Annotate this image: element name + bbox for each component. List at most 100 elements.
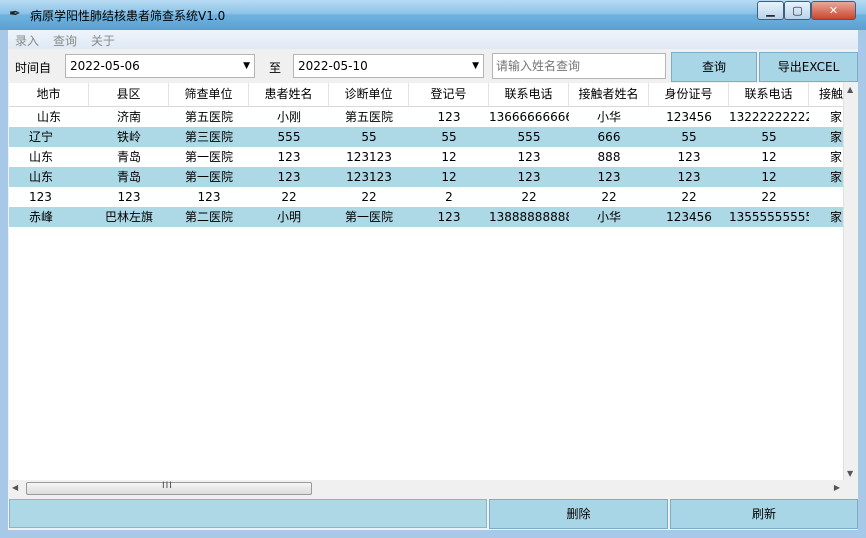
table-cell: 第五医院	[344, 110, 393, 124]
column-header[interactable]: 诊断单位	[329, 83, 409, 106]
status-bar	[9, 499, 487, 528]
table-cell: 123456	[666, 110, 712, 124]
table-cell: 第二医院	[184, 210, 233, 224]
table-cell: 铁岭	[116, 130, 141, 144]
to-date-label: 至	[269, 61, 282, 75]
close-button[interactable]: ✕	[811, 1, 856, 20]
maximize-icon: ▢	[792, 4, 803, 17]
column-header[interactable]: 登记号	[409, 83, 489, 106]
scroll-up-icon[interactable]: ▲	[847, 85, 853, 94]
table-cell: 123	[277, 170, 301, 184]
table-cell: 123	[677, 170, 701, 184]
table-cell: 13555555555	[729, 210, 809, 224]
to-date-value: 2022-05-10	[298, 59, 368, 73]
column-header[interactable]: 接触者姓名	[569, 83, 649, 106]
table-cell: 家	[830, 150, 843, 164]
table-cell: 666	[597, 130, 621, 144]
table-cell: 山东	[36, 110, 61, 124]
table-row[interactable]: 赤峰 巴林左旗 第二医院 小明 第一医院 123 13888888888 小华 …	[9, 207, 843, 227]
table-cell: 青岛	[116, 170, 141, 184]
table-cell: 123	[29, 190, 52, 204]
table-cell: 2	[445, 190, 453, 204]
table-cell: 青岛	[116, 150, 141, 164]
scroll-left-icon[interactable]: ◀	[12, 483, 18, 492]
column-header[interactable]: 县区	[89, 83, 169, 106]
menu-entry[interactable]: 录入	[15, 32, 39, 49]
table-cell: 55	[361, 130, 377, 144]
from-date-value: 2022-05-06	[70, 59, 140, 73]
menu-about[interactable]: 关于	[91, 32, 115, 49]
delete-button[interactable]: 删除	[489, 499, 668, 529]
table-cell: 小明	[276, 210, 301, 224]
table-cell: 123	[437, 110, 461, 124]
table-cell: 13888888888	[489, 210, 569, 224]
table-cell: 22	[761, 190, 777, 204]
maximize-button[interactable]: ▢	[784, 1, 811, 20]
table-cell: 家	[830, 170, 843, 184]
to-date-picker[interactable]: 2022-05-10 ▼	[293, 54, 484, 78]
table-cell: 555	[277, 130, 301, 144]
table-row[interactable]: 山东 青岛 第一医院 123 123123 12 123 888 123 12 …	[9, 147, 843, 167]
from-date-picker[interactable]: 2022-05-06 ▼	[65, 54, 255, 78]
window-title: 病原学阳性肺结核患者筛查系统V1.0	[30, 9, 226, 23]
scroll-down-icon[interactable]: ▼	[847, 469, 853, 478]
column-header[interactable]: 患者姓名	[249, 83, 329, 106]
table-cell: 555	[517, 130, 541, 144]
table-cell: 123	[517, 150, 541, 164]
column-header[interactable]: 接触	[809, 83, 843, 106]
table-cell: 家	[830, 110, 843, 124]
table-cell: 第三医院	[184, 130, 233, 144]
table-cell: 小刚	[276, 110, 301, 124]
minimize-icon: ▁	[766, 4, 775, 17]
table-cell: 22	[521, 190, 537, 204]
table-cell: 22	[601, 190, 617, 204]
table-cell: 小华	[596, 210, 621, 224]
table-cell: 123	[437, 210, 461, 224]
refresh-button[interactable]: 刷新	[670, 499, 858, 529]
table-cell: 辽宁	[29, 130, 54, 144]
table-row[interactable]: 山东 济南 第五医院 小刚 第五医院 123 13666666666 小华 12…	[9, 107, 843, 127]
table-cell: 123	[277, 150, 301, 164]
minimize-button[interactable]: ▁	[757, 1, 784, 20]
horizontal-scrollbar[interactable]: ◀ III ▶	[9, 480, 843, 497]
query-button[interactable]: 查询	[671, 52, 757, 82]
name-search-input[interactable]	[492, 53, 666, 79]
table-cell: 123	[117, 190, 141, 204]
table-cell: 家	[830, 130, 843, 144]
table-cell: 22	[681, 190, 697, 204]
table-cell: 13222222222	[729, 110, 809, 124]
scroll-right-icon[interactable]: ▶	[834, 483, 840, 492]
column-header[interactable]: 地市	[9, 83, 89, 106]
table-cell: 123	[677, 150, 701, 164]
table-cell: 123	[517, 170, 541, 184]
table-cell: 山东	[29, 150, 54, 164]
menu-query[interactable]: 查询	[53, 32, 77, 49]
table-row[interactable]: 辽宁 铁岭 第三医院 555 55 55 555 666 55 55 家	[9, 127, 843, 147]
feather-icon: ✒	[9, 6, 21, 22]
table-cell: 12	[761, 170, 777, 184]
table-cell: 12	[441, 150, 457, 164]
table-cell: 123	[597, 170, 621, 184]
grip-icon: III	[162, 481, 173, 491]
table-row[interactable]: 山东 青岛 第一医院 123 123123 12 123 123 123 12 …	[9, 167, 843, 187]
table-cell: 12	[761, 150, 777, 164]
table-cell: 赤峰	[29, 210, 54, 224]
table-cell: 第一医院	[184, 150, 233, 164]
table-cell: 济南	[116, 110, 141, 124]
table-cell: 第五医院	[184, 110, 233, 124]
chevron-down-icon[interactable]: ▼	[472, 59, 479, 73]
column-header[interactable]: 身份证号	[649, 83, 729, 106]
chevron-down-icon[interactable]: ▼	[243, 59, 250, 73]
column-header[interactable]: 筛查单位	[169, 83, 249, 106]
table-cell: 巴林左旗	[104, 210, 153, 224]
column-header[interactable]: 联系电话	[489, 83, 569, 106]
table-row[interactable]: 123 123 123 22 22 2 22 22 22 22	[9, 187, 843, 207]
table-cell: 13666666666	[489, 110, 569, 124]
vertical-scrollbar[interactable]: ▲ ▼	[843, 83, 858, 480]
records-table[interactable]: 地市 县区 筛查单位 患者姓名 诊断单位 登记号 联系电话 接触者姓名 身份证号…	[9, 83, 843, 480]
column-header[interactable]: 联系电话	[729, 83, 809, 106]
table-cell: 家	[830, 210, 843, 224]
table-cell: 山东	[29, 170, 54, 184]
scrollbar-thumb[interactable]: III	[26, 481, 312, 495]
export-excel-button[interactable]: 导出EXCEL	[759, 52, 858, 82]
